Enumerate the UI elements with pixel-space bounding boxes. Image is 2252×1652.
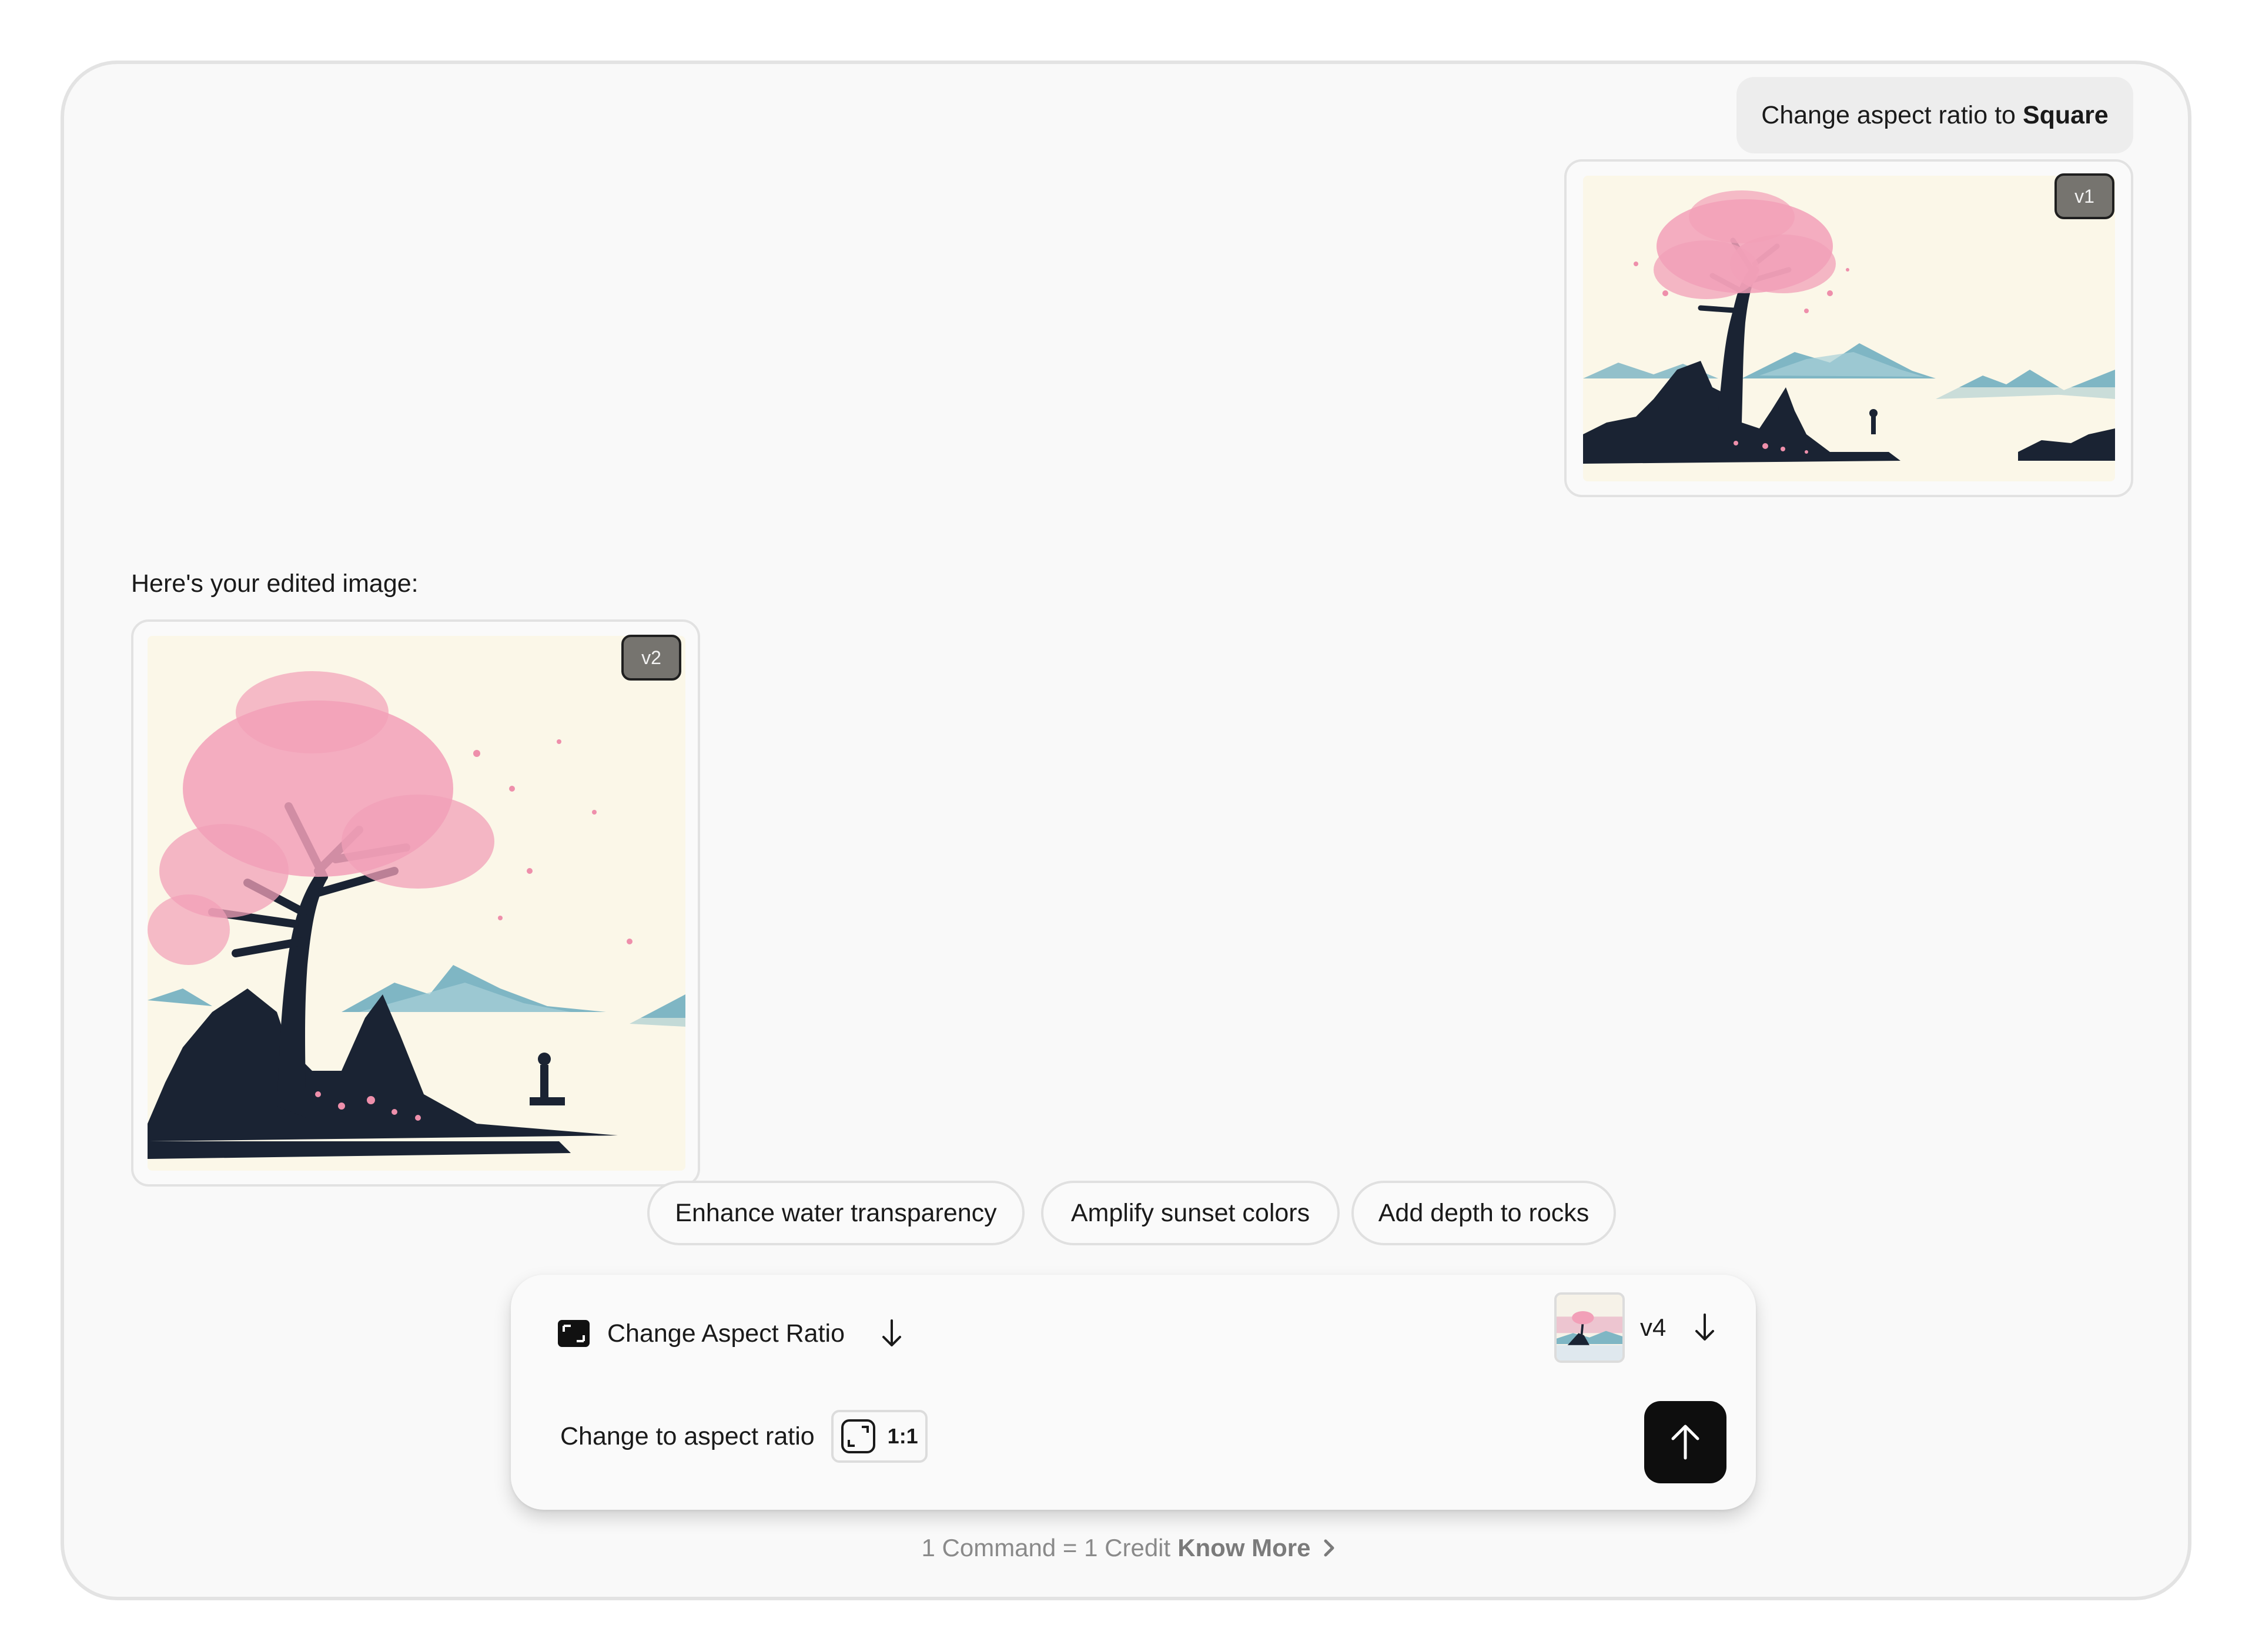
credit-text: 1 Command = 1 Credit [921,1534,1171,1561]
chevron-right-icon[interactable] [1320,1537,1338,1559]
arrow-down-icon[interactable] [1692,1312,1718,1343]
version-badge-v1: v1 [2054,173,2114,219]
cherry-blossom-image-v1[interactable] [1583,176,2115,481]
chat-window: Change aspect ratio to Square v1 Here's … [61,61,2191,1600]
arrow-down-icon[interactable] [879,1318,905,1349]
version-badge-v2: v2 [621,635,681,681]
cherry-blossom-image-v2[interactable] [148,636,685,1171]
prompt-text: Change to aspect ratio [560,1422,815,1450]
version-thumbnail [1554,1292,1625,1363]
user-message: Change aspect ratio to Square [1736,77,2133,153]
assistant-message: Here's your edited image: [131,569,419,598]
version-selector[interactable]: v4 [1554,1292,1718,1363]
square-ratio-icon [841,1419,875,1453]
user-message-text: Change aspect ratio to [1761,100,2016,129]
assistant-image-card[interactable]: v2 [131,619,700,1187]
prompt-input[interactable]: Change to aspect ratio 1:1 [560,1410,928,1463]
tool-label: Change Aspect Ratio [607,1319,845,1348]
know-more-link[interactable]: Know More [1177,1534,1310,1562]
version-label: v4 [1640,1313,1667,1341]
arrow-up-icon [1671,1425,1699,1460]
ratio-selector[interactable]: 1:1 [831,1410,928,1463]
suggestion-chip-water[interactable]: Enhance water transparency [647,1181,1025,1245]
user-image-card[interactable]: v1 [1564,159,2133,497]
ratio-value: 1:1 [887,1424,918,1448]
suggestion-chip-rocks[interactable]: Add depth to rocks [1351,1181,1616,1245]
send-button[interactable] [1644,1401,1726,1483]
tool-selector[interactable]: Change Aspect Ratio [558,1310,905,1357]
credit-info: 1 Command = 1 Credit Know More [64,1530,2188,1566]
suggestion-chip-sunset[interactable]: Amplify sunset colors [1041,1181,1340,1245]
composer: Change Aspect Ratio v4 Change to aspect … [511,1275,1756,1510]
user-message-emphasis: Square [2022,100,2109,129]
aspect-ratio-icon [558,1320,590,1347]
